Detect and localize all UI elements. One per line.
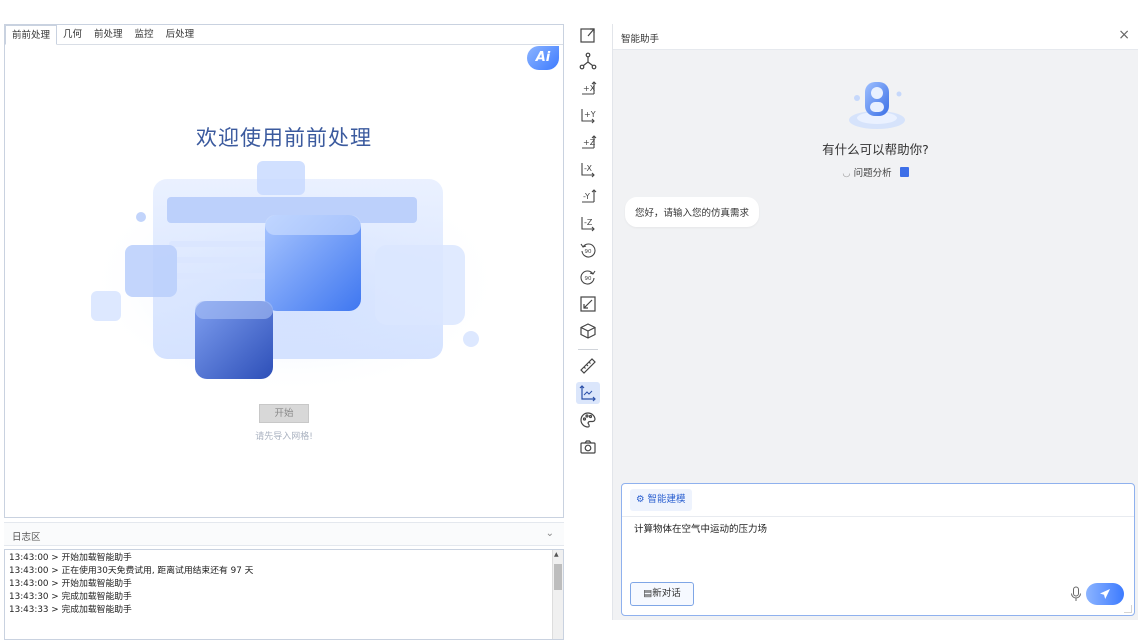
view-plus-x-icon[interactable]: +X — [576, 77, 600, 99]
log-scrollbar[interactable]: ▲ — [552, 550, 563, 639]
import-mesh-hint: 请先导入网格! — [255, 432, 313, 442]
view-plus-z-icon[interactable]: +Z — [576, 131, 600, 153]
log-title: 日志区 — [12, 532, 41, 543]
new-chat-label: 新对话 — [652, 588, 681, 599]
assistant-logo-icon — [849, 82, 905, 129]
svg-text:-X: -X — [584, 164, 592, 173]
input-divider — [622, 516, 1134, 517]
close-icon[interactable]: × — [1118, 27, 1130, 43]
welcome-title: 欢迎使用前前处理 — [196, 126, 372, 150]
send-icon — [1100, 589, 1110, 599]
view-minus-x-icon[interactable]: -X — [576, 158, 600, 180]
scroll-up-icon[interactable]: ▲ — [554, 551, 559, 558]
tab-geometry[interactable]: 几何 — [57, 25, 88, 44]
log-line: 13:43:00 > 开始加载智能助手 — [9, 553, 132, 563]
svg-text:-Z: -Z — [584, 218, 593, 227]
tab-post-processing[interactable]: 后处理 — [160, 25, 201, 44]
view-minus-z-icon[interactable]: -Z — [576, 212, 600, 234]
start-button[interactable]: 开始 — [259, 404, 309, 423]
tab-monitor[interactable]: 监控 — [129, 25, 160, 44]
log-line: 13:43:00 > 开始加载智能助手 — [9, 579, 132, 589]
svg-text:90: 90 — [585, 276, 592, 282]
fit-view-icon[interactable] — [576, 24, 600, 46]
help-title: 有什么可以帮助你? — [822, 142, 929, 157]
gear-icon: ⚙ — [636, 494, 645, 505]
zoom-box-icon[interactable] — [576, 293, 600, 315]
chat-input-card: ⚙智能建模 ▤新对话 — [621, 483, 1135, 616]
view-toolbar: +X +Y +Z -X -Y -Z 90 90 — [572, 24, 604, 464]
log-line: 13:43:33 > 完成加载智能助手 — [9, 605, 132, 615]
tab-pre-pre-processing[interactable]: 前前处理 — [5, 25, 58, 45]
log-panel: 13:43:00 > 开始加载智能助手 13:43:00 > 正在使用30天免费… — [4, 549, 564, 640]
mode-label: 智能建模 — [647, 494, 686, 505]
welcome-illustration — [85, 161, 505, 396]
assistant-header: 智能助手 × — [613, 24, 1138, 50]
palette-icon[interactable] — [576, 409, 600, 431]
tab-pre-processing[interactable]: 前处理 — [88, 25, 129, 44]
chevron-down-icon[interactable]: ⌄ — [546, 528, 554, 539]
rotate-cw-90-icon[interactable]: 90 — [576, 266, 600, 288]
log-line: 13:43:30 > 完成加载智能助手 — [9, 592, 132, 602]
chart-axis-icon[interactable] — [576, 382, 600, 404]
view-plus-y-icon[interactable]: +Y — [576, 104, 600, 126]
rotate-ccw-90-icon[interactable]: 90 — [576, 239, 600, 261]
bot-message-bubble: 您好，请输入您的仿真需求 — [625, 197, 760, 227]
ruler-icon[interactable] — [576, 355, 600, 377]
module-tabbar: 前前处理 几何 前处理 监控 后处理 — [5, 25, 563, 45]
chat-icon: ▤ — [643, 588, 653, 599]
view-minus-y-icon[interactable]: -Y — [576, 185, 600, 207]
toolbar-divider — [578, 349, 598, 350]
svg-text:-Y: -Y — [583, 192, 590, 201]
new-chat-button[interactable]: ▤新对话 — [630, 582, 694, 606]
resize-handle-icon[interactable] — [1124, 605, 1132, 613]
axis-tree-icon[interactable] — [576, 50, 600, 72]
log-line: 13:43:00 > 正在使用30天免费试用, 距离试用结束还有 97 天 — [9, 566, 254, 576]
camera-icon[interactable] — [576, 436, 600, 458]
send-button[interactable] — [1086, 583, 1124, 605]
problem-analysis[interactable]: ◡ 问题分析 — [613, 165, 1138, 179]
loading-spinner-icon: ◡ — [842, 168, 851, 179]
scrollbar-thumb[interactable] — [554, 564, 562, 590]
assistant-title: 智能助手 — [621, 34, 660, 45]
smart-modeling-tag[interactable]: ⚙ 智能建模 — [630, 489, 692, 511]
main-view-panel: 前前处理 几何 前处理 监控 后处理 Ai 欢迎使用前前处理 开始 请先导入网格… — [4, 24, 564, 518]
svg-text:+Y: +Y — [584, 110, 596, 119]
svg-text:90: 90 — [585, 249, 592, 255]
ai-assistant-badge[interactable]: Ai — [527, 46, 559, 70]
log-header[interactable]: 日志区 ⌄ — [4, 522, 564, 546]
chat-input[interactable] — [634, 522, 1114, 533]
microphone-icon[interactable] — [1070, 586, 1082, 602]
document-icon[interactable] — [899, 167, 909, 177]
isometric-cube-icon[interactable] — [576, 320, 600, 342]
svg-text:+X: +X — [583, 84, 596, 93]
assistant-panel: 智能助手 × 有什么可以帮助你? ◡ 问题分析 您好，请输入您的仿真需求 ⚙ 智能建… — [612, 24, 1138, 620]
analysis-label: 问题分析 — [853, 168, 892, 179]
svg-text:+Z: +Z — [583, 138, 596, 147]
